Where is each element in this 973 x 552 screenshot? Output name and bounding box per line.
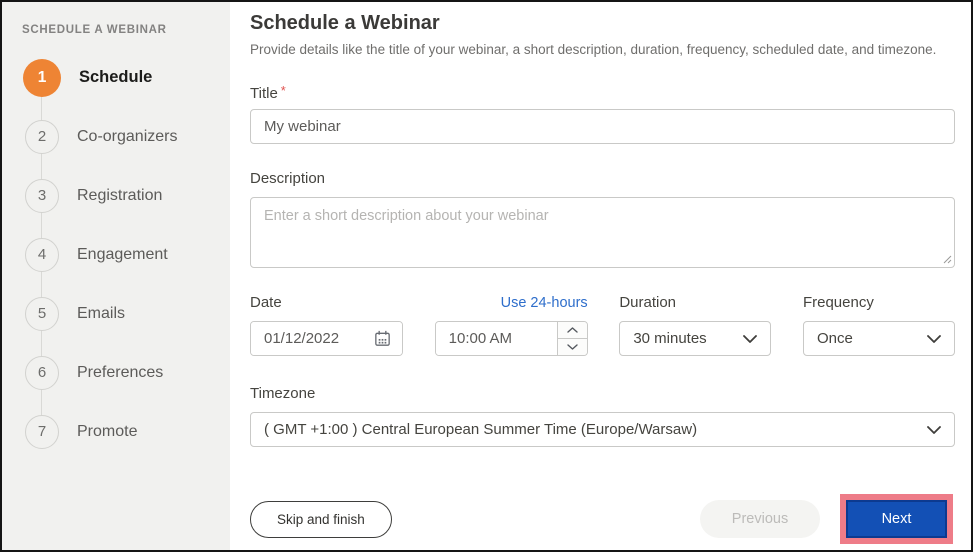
sidebar-step-promote[interactable]: 7 Promote <box>22 402 230 461</box>
skip-and-finish-button[interactable]: Skip and finish <box>250 500 392 538</box>
spinner-up-icon[interactable] <box>557 322 587 338</box>
sidebar-step-preferences[interactable]: 6 Preferences <box>22 343 230 402</box>
title-label-text: Title <box>250 85 278 102</box>
step-label: Preferences <box>77 363 164 381</box>
previous-button[interactable]: Previous <box>700 500 820 538</box>
frequency-label: Frequency <box>802 294 874 311</box>
duration-value: 30 minutes <box>633 330 707 347</box>
form-footer: Skip and finish Previous Next <box>250 494 955 544</box>
sidebar-header: SCHEDULE A WEBINAR <box>22 24 167 36</box>
description-field: Description <box>250 170 955 268</box>
step-label: Co-organizers <box>77 127 178 145</box>
use-24-hours-link[interactable]: Use 24-hours <box>435 294 588 312</box>
date-label: Date <box>250 294 282 311</box>
duration-label: Duration <box>619 294 677 311</box>
required-asterisk: * <box>280 83 286 98</box>
step-label: Emails <box>77 304 126 322</box>
timezone-value: ( GMT +1:00 ) Central European Summer Ti… <box>264 421 698 438</box>
duration-field: Duration 30 minutes <box>619 294 772 356</box>
step-label: Registration <box>77 186 163 204</box>
step-number-badge: 7 <box>25 414 59 449</box>
time-input[interactable] <box>435 322 557 355</box>
sidebar-step-emails[interactable]: 5 Emails <box>22 284 230 343</box>
date-input-group <box>250 321 403 356</box>
calendar-icon[interactable] <box>362 322 402 355</box>
frequency-value: Once <box>816 330 853 347</box>
chevron-down-icon <box>743 334 758 343</box>
title-input[interactable] <box>250 109 955 144</box>
time-field: Use 24-hours <box>434 294 588 356</box>
timezone-select[interactable]: ( GMT +1:00 ) Central European Summer Ti… <box>250 412 955 447</box>
date-input[interactable] <box>251 322 362 355</box>
wizard-sidebar: SCHEDULE A WEBINAR 1 Schedule 2 Co-organ… <box>2 2 230 550</box>
step-number-badge: 5 <box>25 296 59 331</box>
step-label: Schedule <box>79 68 153 86</box>
schedule-controls-row: Date 01/12/2022 Use 24-hours 10:00 AM Du… <box>250 294 955 356</box>
spinner-down-icon[interactable] <box>557 338 587 355</box>
date-field: Date <box>250 294 403 356</box>
wizard-steps: 1 Schedule 2 Co-organizers 3 Registratio… <box>22 48 230 461</box>
time-spinner <box>556 322 587 355</box>
frequency-field: Frequency Once <box>802 294 955 356</box>
title-field: Title * <box>250 82 955 144</box>
frequency-select[interactable]: Once <box>802 321 955 356</box>
app-window: SCHEDULE A WEBINAR 1 Schedule 2 Co-organ… <box>0 0 973 552</box>
next-button[interactable]: Next <box>846 500 947 538</box>
chevron-down-icon <box>927 425 941 434</box>
description-label: Description <box>250 170 326 187</box>
sidebar-step-co-organizers[interactable]: 2 Co-organizers <box>22 107 230 166</box>
step-number-badge: 1 <box>23 58 61 97</box>
time-input-group <box>434 321 588 356</box>
footer-right-group: Previous Next <box>700 494 955 544</box>
page-subtitle: Provide details like the title of your w… <box>250 42 937 57</box>
step-label: Engagement <box>77 245 168 263</box>
schedule-form-panel: Schedule a Webinar Provide details like … <box>230 2 971 550</box>
description-textarea[interactable] <box>250 197 955 268</box>
step-number-badge: 6 <box>25 355 59 390</box>
page-title: Schedule a Webinar <box>250 12 440 34</box>
step-label: Promote <box>77 422 138 440</box>
chevron-down-icon <box>927 334 941 343</box>
step-number-badge: 2 <box>25 119 59 154</box>
step-number-badge: 3 <box>25 178 59 213</box>
duration-select[interactable]: 30 minutes <box>619 321 772 356</box>
sidebar-step-schedule[interactable]: 1 Schedule <box>22 48 230 107</box>
timezone-label: Timezone <box>250 385 316 402</box>
annotation-highlight-box: Next <box>840 494 953 544</box>
sidebar-step-engagement[interactable]: 4 Engagement <box>22 225 230 284</box>
timezone-field: Timezone ( GMT +1:00 ) Central European … <box>250 385 955 447</box>
title-label: Title * <box>250 82 955 102</box>
step-number-badge: 4 <box>25 237 59 272</box>
sidebar-step-registration[interactable]: 3 Registration <box>22 166 230 225</box>
